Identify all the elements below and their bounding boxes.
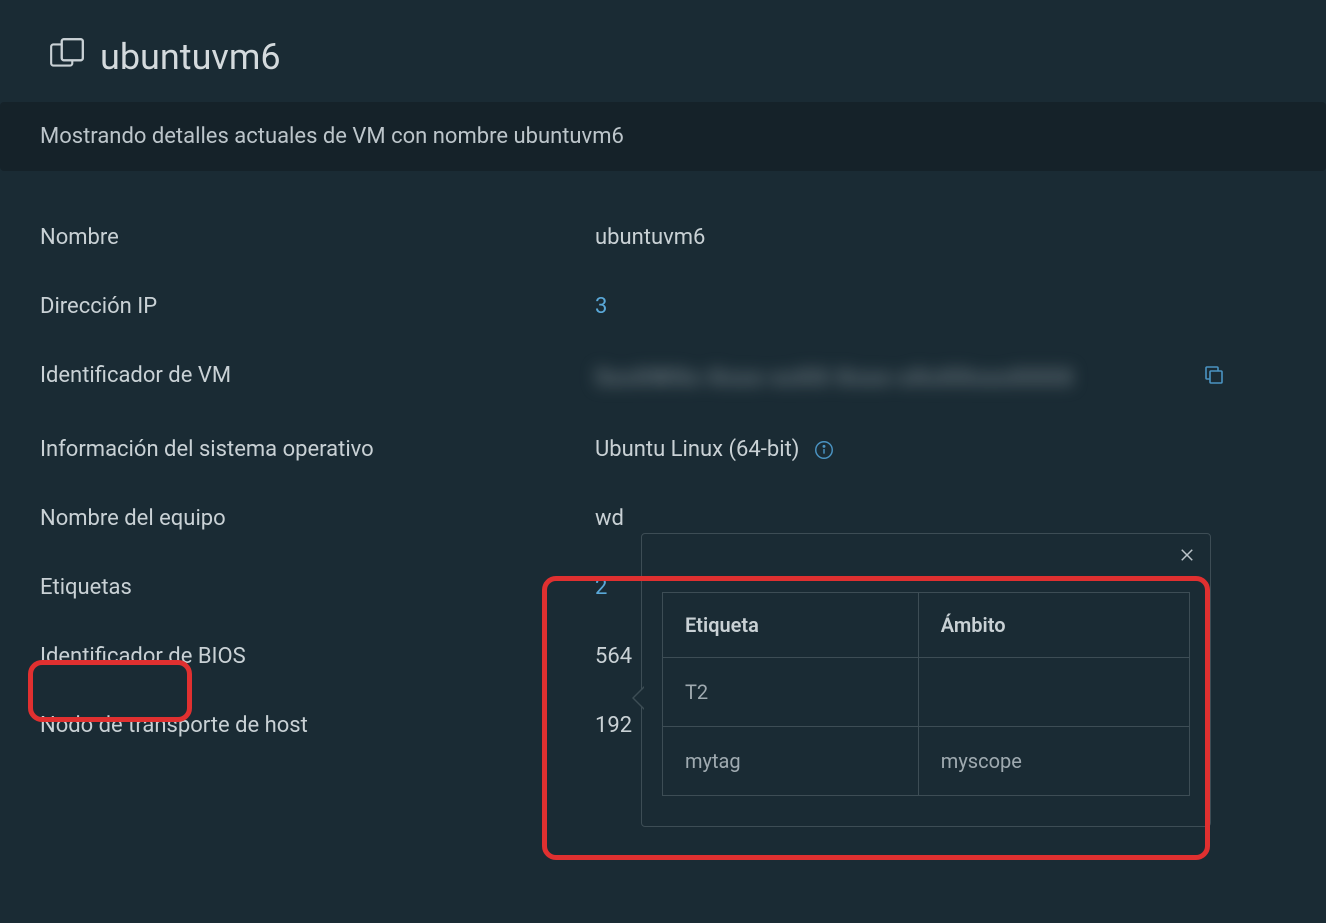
th-scope: Ámbito xyxy=(918,593,1189,658)
page-title: ubuntuvm6 xyxy=(100,36,281,78)
vmid-value-container: 5xxXWXx-Xxxx-xxXX-Xxxx-xXxXXxxxXXXX xyxy=(595,363,1286,393)
bios-label: Identificador de BIOS xyxy=(40,644,595,669)
cell-tag: mytag xyxy=(663,727,919,796)
table-row: T2 xyxy=(663,658,1190,727)
tags-label: Etiquetas xyxy=(40,575,595,600)
ip-value[interactable]: 3 xyxy=(595,294,1286,319)
vmid-label: Identificador de VM xyxy=(40,363,595,393)
info-icon[interactable] xyxy=(813,439,835,461)
os-label: Información del sistema operativo xyxy=(40,437,595,462)
name-label: Nombre xyxy=(40,225,595,250)
cell-scope xyxy=(918,658,1189,727)
page-header: ubuntuvm6 xyxy=(0,0,1326,102)
cell-tag: T2 xyxy=(663,658,919,727)
vm-icon xyxy=(48,36,86,78)
hostname-value: wd xyxy=(595,506,1286,531)
cell-scope: myscope xyxy=(918,727,1189,796)
os-value-container: Ubuntu Linux (64-bit) xyxy=(595,437,1286,462)
tags-popover: Etiqueta Ámbito T2 mytag myscope xyxy=(641,533,1211,827)
vmid-value: 5xxXWXx-Xxxx-xxXX-Xxxx-xXxXXxxxXXXX xyxy=(595,366,1075,391)
detail-row-os: Información del sistema operativo Ubuntu… xyxy=(40,415,1286,484)
name-value: ubuntuvm6 xyxy=(595,225,1286,250)
transport-label: Nodo de transporte de host xyxy=(40,713,595,738)
table-row: mytag myscope xyxy=(663,727,1190,796)
th-tag: Etiqueta xyxy=(663,593,919,658)
close-icon[interactable] xyxy=(1178,546,1196,568)
hostname-label: Nombre del equipo xyxy=(40,506,595,531)
popover-arrow xyxy=(632,686,644,710)
detail-row-vmid: Identificador de VM 5xxXWXx-Xxxx-xxXX-Xx… xyxy=(40,341,1286,415)
ip-label: Dirección IP xyxy=(40,294,595,319)
detail-row-name: Nombre ubuntuvm6 xyxy=(40,203,1286,272)
tags-table: Etiqueta Ámbito T2 mytag myscope xyxy=(662,592,1190,796)
detail-row-ip: Dirección IP 3 xyxy=(40,272,1286,341)
copy-icon[interactable] xyxy=(1202,363,1226,393)
os-value: Ubuntu Linux (64-bit) xyxy=(595,437,799,462)
subtitle-bar: Mostrando detalles actuales de VM con no… xyxy=(0,102,1326,171)
